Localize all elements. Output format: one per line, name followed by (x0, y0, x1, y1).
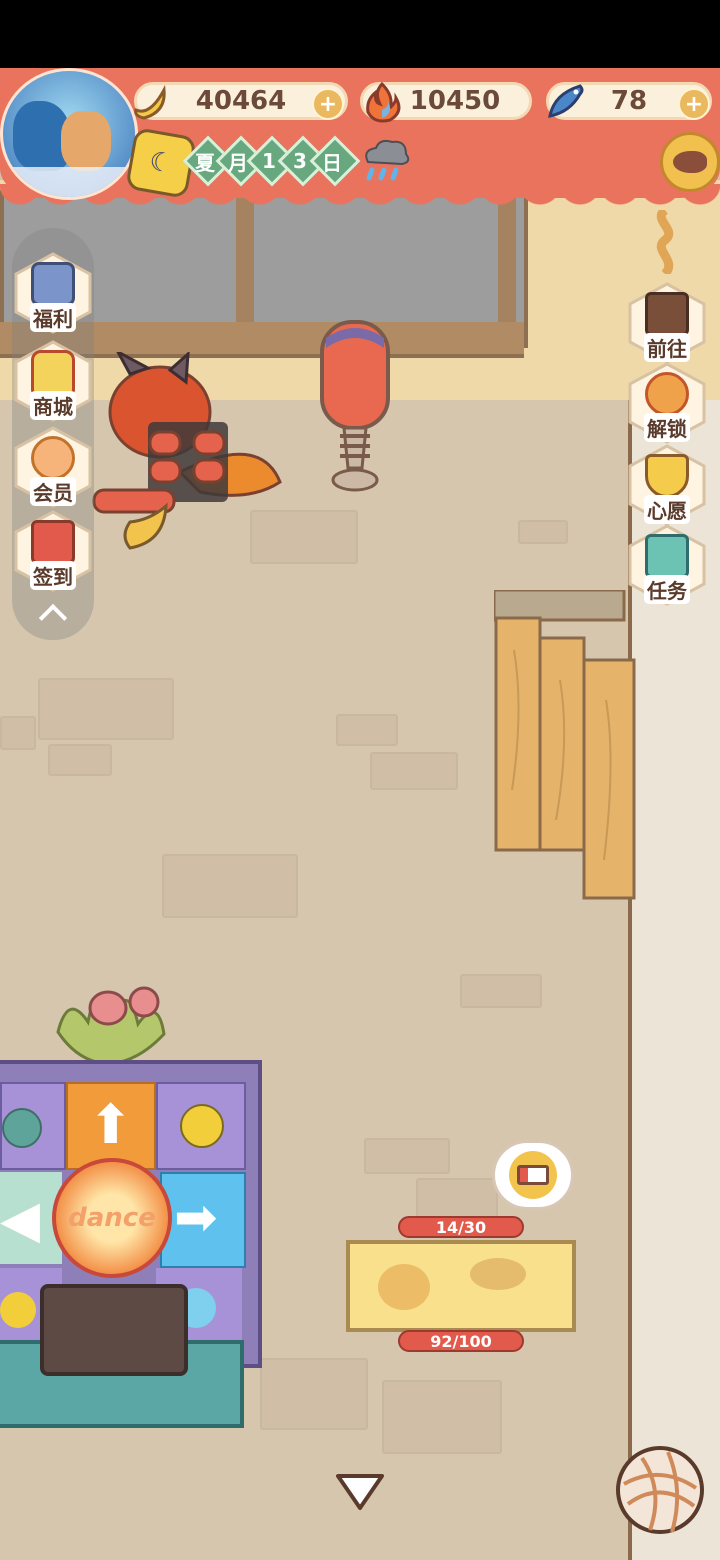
low-battery-icon (509, 1151, 557, 1199)
condition-bar: 92/100 (398, 1330, 524, 1352)
pet-bed[interactable] (346, 1240, 576, 1332)
yarn-ball-button[interactable] (614, 1444, 706, 1536)
fish-icon (544, 80, 588, 124)
welfare-button[interactable]: 福利 (12, 252, 94, 334)
cat-toy-icon (470, 1258, 526, 1290)
floor-tile (336, 714, 398, 746)
key-icon (645, 372, 689, 416)
chevron-up-icon (38, 603, 68, 633)
add-fish-button[interactable]: + (678, 88, 710, 120)
dance-pad-right[interactable]: ➡ (160, 1172, 246, 1268)
floor-tile (162, 854, 298, 918)
banana-icon (128, 80, 172, 124)
arrow-right-icon: ➡ (174, 1188, 218, 1248)
floor-tile (382, 1380, 502, 1454)
goto-label: 前往 (644, 333, 690, 362)
floor-tile (364, 1138, 450, 1174)
member-label: 会员 (30, 477, 76, 506)
fish-count: 78 (610, 86, 648, 116)
member-button[interactable]: 会员 (12, 426, 94, 508)
goto-button[interactable]: 前往 (626, 282, 708, 364)
floor-tile (0, 716, 36, 750)
floor-tile (518, 520, 568, 544)
punching-bag[interactable] (318, 318, 392, 496)
arrow-left-icon: ◀ (0, 1190, 40, 1250)
potted-plant[interactable] (48, 972, 172, 1064)
player-avatar[interactable] (0, 68, 138, 200)
dance-pad-up[interactable]: ⬆ (66, 1082, 156, 1170)
add-banana-button[interactable]: + (312, 88, 344, 120)
shop-icon (31, 350, 75, 394)
tv-icon (31, 262, 75, 306)
floor-tile (38, 678, 174, 740)
energy-bar: 14/30 (398, 1216, 524, 1238)
dance-label: dance (68, 1203, 156, 1233)
task-button[interactable]: 任务 (626, 524, 708, 606)
shop-button[interactable]: 商城 (12, 340, 94, 422)
flower-badge-icon (31, 436, 75, 480)
wish-label: 心愿 (644, 495, 690, 524)
floor-tile (460, 974, 542, 1008)
moon-icon: ☾ (146, 146, 176, 180)
wish-button[interactable]: 心愿 (626, 444, 708, 526)
pet-character-lifting[interactable] (90, 352, 284, 552)
boar-icon (673, 151, 707, 173)
shop-label: 商城 (30, 391, 76, 420)
checkin-button[interactable]: 签到 (12, 510, 94, 592)
checkin-label: 签到 (30, 561, 76, 590)
dance-pad-tile (156, 1082, 246, 1170)
date-day-label: 日 (322, 150, 342, 175)
map-board-icon (645, 292, 689, 336)
welfare-label: 福利 (30, 303, 76, 332)
rope-decoration (656, 210, 674, 274)
calendar-icon (31, 520, 75, 564)
floor-tile (48, 744, 112, 776)
trash-bin[interactable] (40, 1284, 188, 1376)
status-bar (0, 0, 720, 68)
banana-count: 40464 (195, 86, 287, 116)
dance-pad-tile (0, 1082, 66, 1170)
dance-button[interactable]: dance (52, 1158, 172, 1278)
unlock-button[interactable]: 解锁 (626, 362, 708, 444)
heart-book-icon (645, 454, 689, 498)
fire-count: 10450 (409, 86, 501, 116)
rain-cloud-icon[interactable] (360, 136, 412, 184)
floor-tile (370, 752, 458, 790)
sleeping-cat-icon (378, 1264, 430, 1310)
floor-tile (260, 1358, 368, 1430)
speech-bubble (492, 1140, 574, 1210)
task-box-icon (645, 534, 689, 578)
wooden-stairs[interactable] (494, 590, 638, 900)
arrow-up-icon: ⬆ (88, 1093, 134, 1156)
fire-icon (360, 80, 404, 124)
task-label: 任务 (644, 575, 690, 604)
collapse-menu-button[interactable] (30, 596, 76, 633)
boar-button[interactable] (660, 132, 720, 192)
scroll-down-button[interactable] (334, 1470, 386, 1514)
unlock-label: 解锁 (644, 413, 690, 442)
